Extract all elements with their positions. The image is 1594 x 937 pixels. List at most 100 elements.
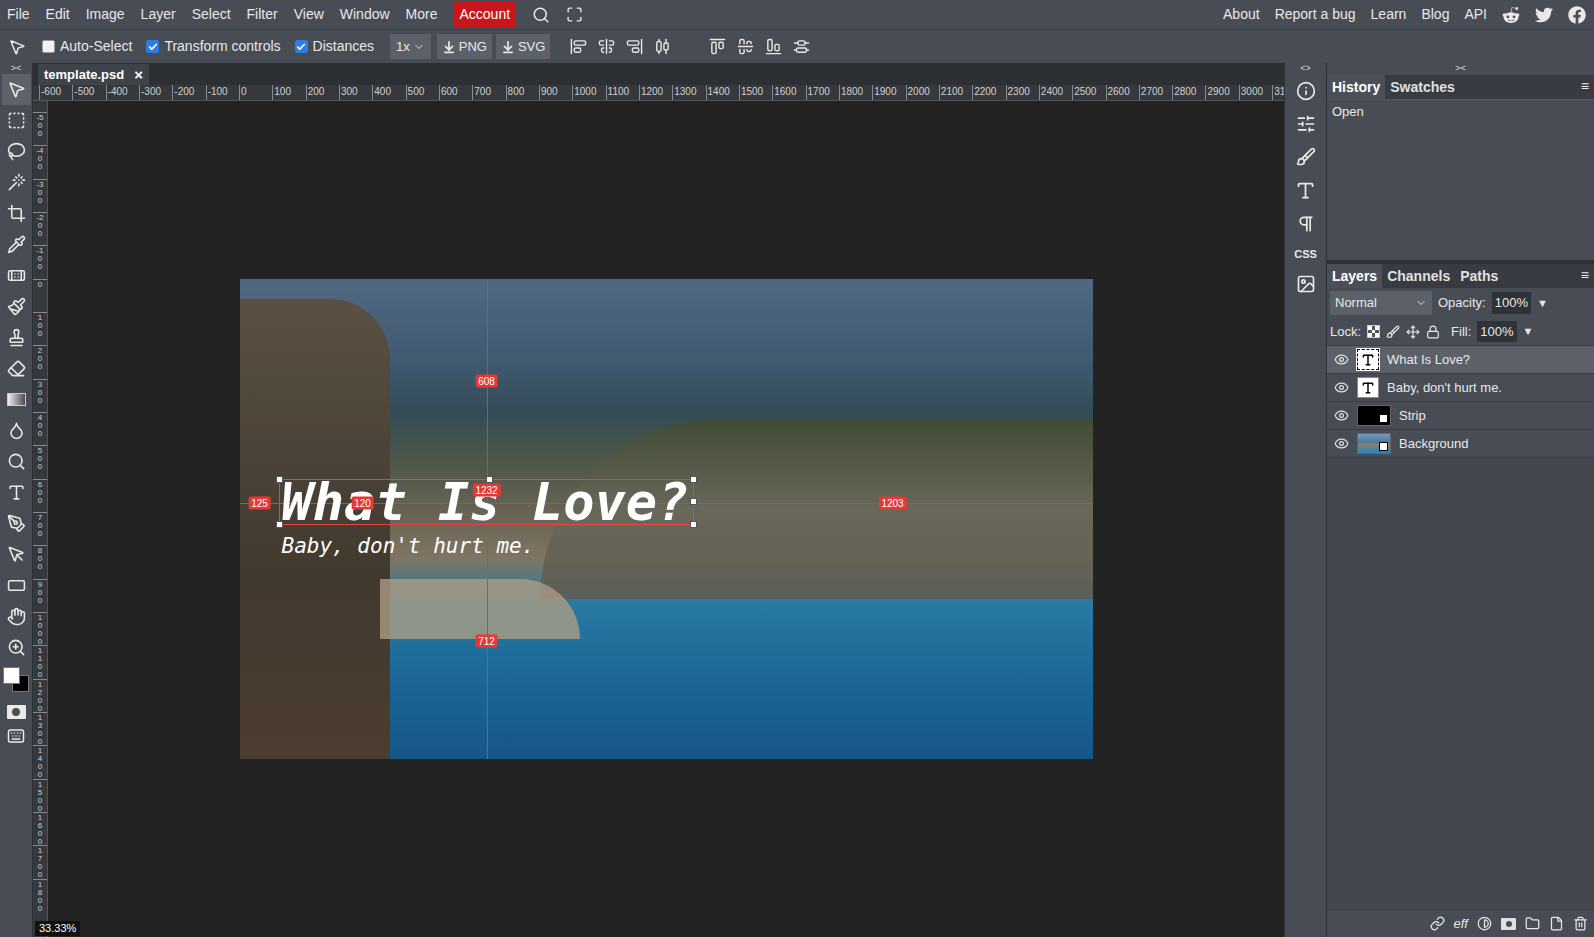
export-button[interactable]: PNG — [437, 34, 492, 60]
tool-button[interactable] — [2, 260, 31, 291]
transform-handle[interactable] — [690, 521, 697, 528]
menu-item[interactable]: File — [7, 4, 30, 25]
transform-handle[interactable] — [690, 498, 697, 505]
lock-pixels-icon[interactable] — [1386, 325, 1400, 339]
mask-icon[interactable] — [1501, 918, 1516, 930]
css-button[interactable]: CSS — [1294, 247, 1317, 261]
tool-button[interactable] — [2, 198, 31, 229]
menu-item[interactable]: More — [406, 4, 438, 25]
lock-transparency-icon[interactable] — [1367, 325, 1380, 338]
menu-item[interactable]: View — [294, 4, 324, 25]
panel-tab[interactable]: Swatches — [1385, 75, 1460, 99]
trash-icon[interactable] — [1573, 916, 1588, 931]
transform-handle[interactable] — [690, 476, 697, 483]
layer-row[interactable]: What Is Love? — [1327, 346, 1594, 374]
layer-row[interactable]: Strip — [1327, 402, 1594, 430]
panel-tab[interactable]: Channels — [1382, 264, 1455, 288]
option-checkbox[interactable]: Auto-Select — [42, 36, 132, 57]
top-link[interactable]: Report a bug — [1275, 4, 1356, 25]
effects-button[interactable]: eff — [1454, 914, 1468, 934]
fullscreen-icon[interactable] — [566, 6, 583, 23]
align-center-icon[interactable] — [598, 38, 615, 55]
visibility-toggle[interactable] — [1333, 408, 1349, 423]
panel-toggle[interactable]: >< — [1455, 63, 1466, 75]
tool-button[interactable] — [2, 477, 31, 508]
checkbox-box[interactable] — [42, 40, 55, 53]
tool-button[interactable] — [2, 229, 31, 260]
tool-button[interactable] — [2, 136, 31, 167]
tool-button[interactable] — [2, 322, 31, 353]
align-bottom-icon[interactable] — [765, 38, 782, 55]
option-checkbox[interactable]: Transform controls — [146, 36, 280, 57]
foreground-color[interactable] — [3, 667, 20, 684]
tool-button[interactable] — [2, 570, 31, 601]
top-link[interactable]: Learn — [1371, 4, 1407, 25]
panel-menu-button[interactable]: ≡ — [1576, 75, 1594, 99]
tool-button[interactable] — [2, 446, 31, 477]
checkbox-box[interactable] — [295, 40, 308, 53]
layer-row[interactable]: Background — [1327, 430, 1594, 458]
top-link[interactable]: About — [1223, 4, 1260, 25]
tool-button[interactable] — [2, 167, 31, 198]
opacity-arrow[interactable]: ▼ — [1537, 295, 1548, 312]
history-item[interactable]: Open — [1327, 100, 1594, 124]
tool-button[interactable] — [2, 353, 31, 384]
align-top-icon[interactable] — [709, 38, 726, 55]
search-icon[interactable] — [532, 6, 550, 24]
export-button[interactable]: SVG — [496, 34, 550, 60]
panel-menu-button[interactable]: ≡ — [1576, 264, 1594, 288]
account-button[interactable]: Account — [453, 1, 516, 28]
menu-item[interactable]: Filter — [247, 4, 278, 25]
blend-mode-select[interactable]: Normal — [1330, 291, 1432, 315]
transform-handle[interactable] — [276, 476, 283, 483]
document-tab[interactable]: template.psd× — [38, 64, 149, 85]
tool-button[interactable] — [2, 74, 31, 105]
color-swatches[interactable] — [1, 665, 31, 699]
visibility-toggle[interactable] — [1333, 380, 1349, 395]
zoom-level[interactable]: 33.33% — [35, 921, 80, 936]
twitter-icon[interactable] — [1535, 6, 1553, 24]
visibility-toggle[interactable] — [1333, 352, 1349, 367]
tool-button[interactable] — [2, 632, 31, 663]
tool-button[interactable] — [2, 601, 31, 632]
visibility-toggle[interactable] — [1333, 436, 1349, 451]
keyboard-icon[interactable] — [7, 727, 25, 745]
quick-mask-icon[interactable] — [7, 705, 26, 719]
align-right-icon[interactable] — [626, 38, 643, 55]
tab-close-button[interactable]: × — [134, 67, 143, 82]
top-link[interactable]: API — [1464, 4, 1487, 25]
paragraph-icon[interactable] — [1296, 214, 1316, 234]
document-image[interactable]: What Is Love?Baby, don't hurt me.6081232… — [240, 279, 1093, 759]
info-icon[interactable] — [1296, 81, 1316, 101]
menu-item[interactable]: Image — [86, 4, 125, 25]
link-icon[interactable] — [1430, 916, 1445, 931]
folder-icon[interactable] — [1525, 916, 1540, 931]
align-middle-icon[interactable] — [737, 38, 754, 55]
transform-handle[interactable] — [486, 476, 493, 483]
image-icon[interactable] — [1296, 274, 1316, 294]
tool-button[interactable] — [2, 508, 31, 539]
subtitle-text-layer[interactable]: Baby, don't hurt me. — [282, 533, 535, 559]
menu-item[interactable]: Edit — [46, 4, 70, 25]
reddit-icon[interactable] — [1502, 6, 1520, 24]
character-icon[interactable] — [1295, 180, 1316, 201]
fill-input[interactable]: 100% — [1477, 321, 1516, 343]
adjustment-layer-icon[interactable] — [1477, 916, 1492, 931]
panel-toggle[interactable]: <> — [1300, 63, 1311, 74]
panel-toggle[interactable]: >< — [11, 63, 22, 74]
distribute-vertical-icon[interactable] — [793, 38, 810, 55]
opacity-input[interactable]: 100% — [1492, 292, 1531, 314]
distribute-horizontal-icon[interactable] — [654, 38, 671, 55]
new-layer-icon[interactable] — [1549, 916, 1564, 931]
transform-handle[interactable] — [276, 521, 283, 528]
scale-dropdown[interactable]: 1x — [390, 34, 431, 60]
tool-button[interactable] — [2, 291, 31, 322]
canvas[interactable]: What Is Love?Baby, don't hurt me.6081232… — [48, 101, 1284, 937]
align-left-icon[interactable] — [570, 38, 587, 55]
menu-item[interactable]: Layer — [141, 4, 176, 25]
panel-tab[interactable]: Layers — [1327, 264, 1382, 288]
lock-position-icon[interactable] — [1406, 325, 1420, 339]
facebook-icon[interactable] — [1568, 6, 1586, 24]
panel-tab[interactable]: Paths — [1455, 264, 1503, 288]
tool-button[interactable] — [2, 384, 31, 415]
